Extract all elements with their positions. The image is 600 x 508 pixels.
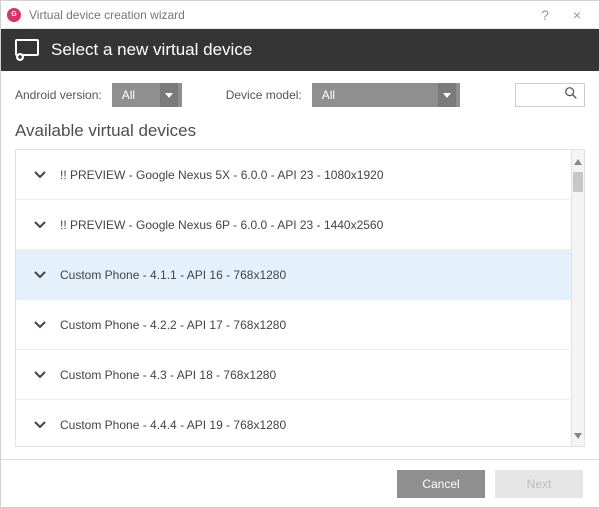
cancel-button[interactable]: Cancel (397, 470, 485, 498)
chevron-down-icon (34, 271, 46, 279)
titlebar: G Virtual device creation wizard ? × (1, 1, 599, 29)
chevron-down-icon (34, 371, 46, 379)
android-version-value: All (122, 88, 135, 102)
device-model-select[interactable]: All (312, 83, 460, 107)
scrollbar[interactable] (571, 149, 585, 447)
banner: Select a new virtual device (1, 29, 599, 71)
device-row[interactable]: Custom Phone - 4.3 - API 18 - 768x1280 (16, 350, 571, 400)
window-title: Virtual device creation wizard (29, 8, 529, 22)
device-label: Custom Phone - 4.4.4 - API 19 - 768x1280 (60, 418, 286, 432)
device-list: !! PREVIEW - Google Nexus 5X - 6.0.0 - A… (15, 149, 571, 447)
banner-title: Select a new virtual device (51, 40, 252, 60)
next-button[interactable]: Next (495, 470, 583, 498)
android-version-label: Android version: (15, 88, 102, 102)
device-label: !! PREVIEW - Google Nexus 5X - 6.0.0 - A… (60, 168, 384, 182)
footer: Cancel Next (1, 459, 599, 507)
help-button[interactable]: ? (529, 7, 561, 23)
search-icon (564, 86, 578, 105)
device-row[interactable]: !! PREVIEW - Google Nexus 5X - 6.0.0 - A… (16, 150, 571, 200)
device-model-value: All (322, 88, 335, 102)
chevron-down-icon (34, 221, 46, 229)
app-logo-icon: G (7, 8, 21, 22)
device-label: !! PREVIEW - Google Nexus 6P - 6.0.0 - A… (60, 218, 383, 232)
device-row[interactable]: Custom Phone - 4.2.2 - API 17 - 768x1280 (16, 300, 571, 350)
device-row[interactable]: Custom Phone - 4.1.1 - API 16 - 768x1280 (16, 250, 571, 300)
device-label: Custom Phone - 4.3 - API 18 - 768x1280 (60, 368, 276, 382)
scrollbar-thumb[interactable] (573, 172, 583, 192)
section-title: Available virtual devices (1, 119, 599, 149)
chevron-down-icon (34, 171, 46, 179)
device-row[interactable]: Custom Phone - 4.4.4 - API 19 - 768x1280 (16, 400, 571, 447)
device-row[interactable]: !! PREVIEW - Google Nexus 6P - 6.0.0 - A… (16, 200, 571, 250)
scroll-down-icon[interactable] (574, 426, 582, 444)
chevron-down-icon (34, 321, 46, 329)
caret-down-icon (160, 83, 178, 107)
filters-row: Android version: All Device model: All (1, 71, 599, 119)
device-label: Custom Phone - 4.1.1 - API 16 - 768x1280 (60, 268, 286, 282)
search-input[interactable] (515, 83, 585, 107)
device-model-label: Device model: (226, 88, 302, 102)
close-button[interactable]: × (561, 7, 593, 23)
caret-down-icon (438, 83, 456, 107)
scroll-up-icon[interactable] (574, 152, 582, 170)
chevron-down-icon (34, 421, 46, 429)
device-label: Custom Phone - 4.2.2 - API 17 - 768x1280 (60, 318, 286, 332)
android-version-select[interactable]: All (112, 83, 182, 107)
add-device-icon (15, 39, 39, 61)
